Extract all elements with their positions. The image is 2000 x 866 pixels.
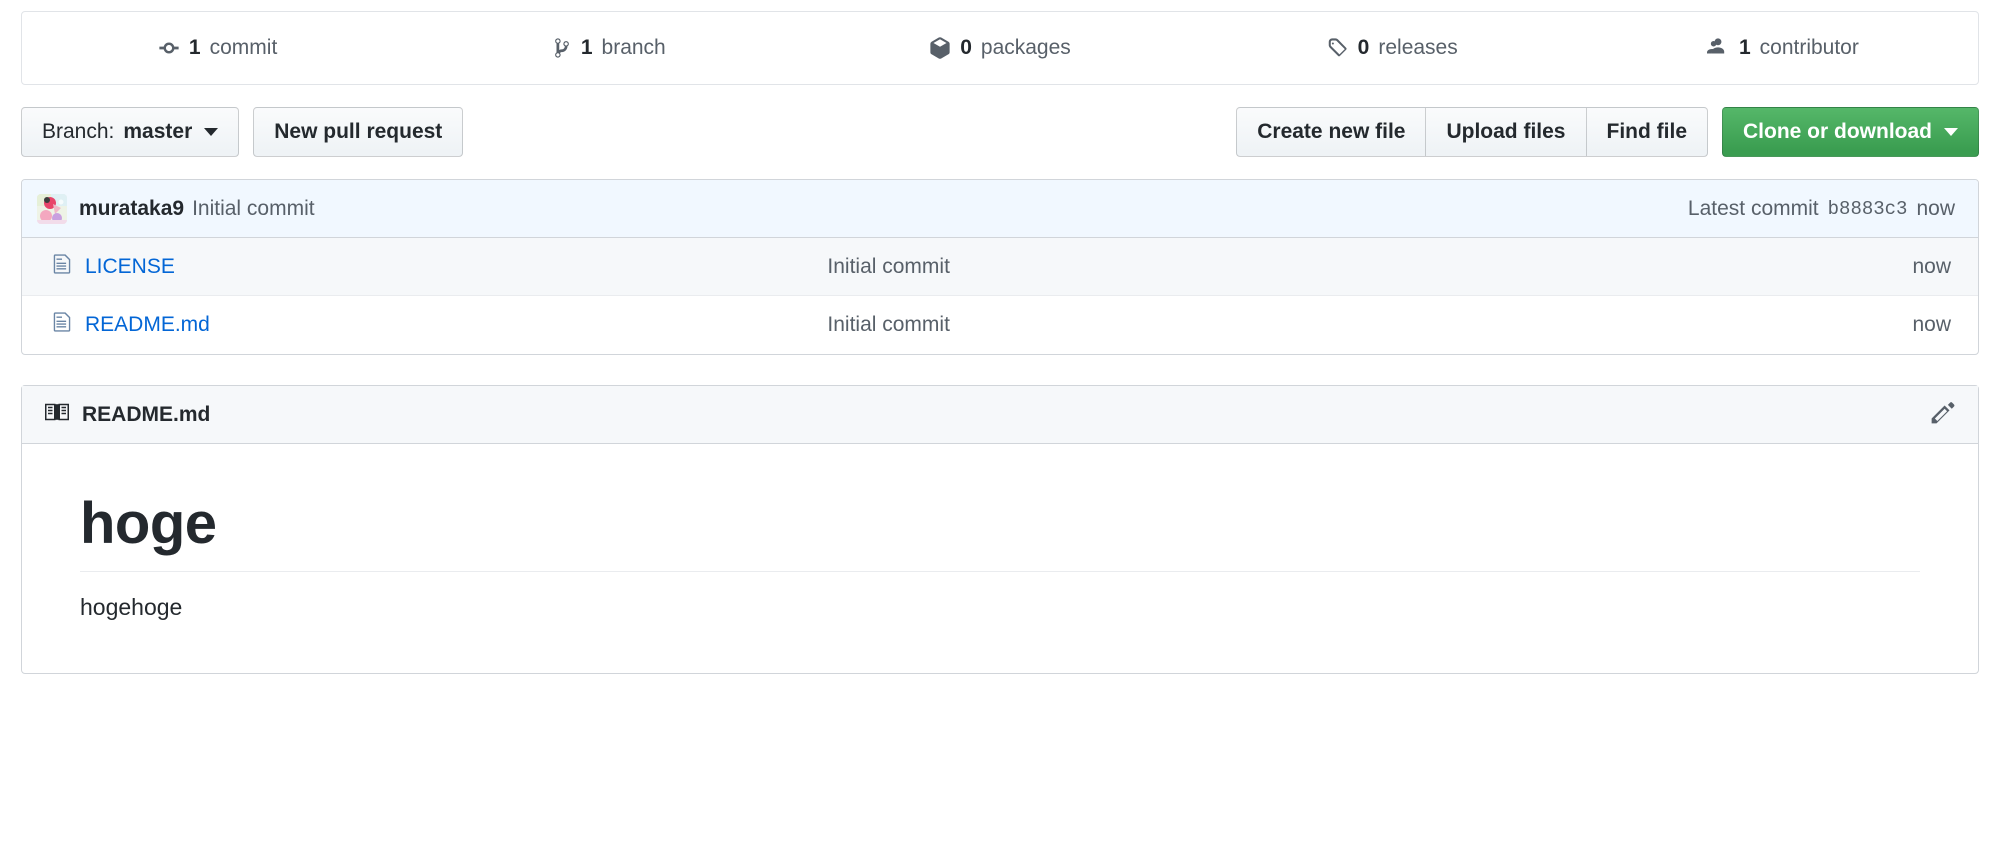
file-link[interactable]: LICENSE (85, 255, 175, 279)
stat-branches[interactable]: 1 branch (413, 12, 804, 84)
readme-content: hoge hogehoge (22, 444, 1978, 673)
readme-panel: README.md hoge hogehoge (21, 385, 1979, 674)
file-commit-message[interactable]: Initial commit (807, 255, 1793, 279)
stat-releases-label: releases (1378, 36, 1458, 59)
readme-title: README.md (82, 402, 211, 426)
readme-paragraph: hogehoge (80, 594, 183, 620)
file-name-cell: LICENSE (37, 253, 807, 281)
table-row[interactable]: LICENSE Initial commit now (22, 238, 1978, 296)
stat-commits[interactable]: 1 commit (22, 12, 413, 84)
chevron-down-icon (1944, 128, 1958, 136)
upload-files-button[interactable]: Upload files (1425, 107, 1587, 157)
pencil-icon (1930, 399, 1956, 431)
stat-commits-count: 1 (188, 36, 201, 59)
avatar[interactable] (37, 193, 67, 224)
commit-author-name[interactable]: murataka9 (79, 197, 184, 221)
latest-commit-info: Latest commit b8883c3 now (1688, 197, 1963, 221)
new-pull-request-button[interactable]: New pull request (253, 107, 464, 157)
stat-contributors-label: contributor (1759, 36, 1859, 59)
file-actions-button-group: Create new file Upload files Find file (1236, 107, 1708, 157)
book-icon (44, 400, 70, 430)
stat-releases[interactable]: 0 releases (1196, 12, 1587, 84)
repository-toolbar: Branch: master New pull request Create n… (21, 107, 1979, 157)
latest-commit-bar: murataka9 Initial commit Latest commit b… (22, 180, 1978, 238)
branch-prefix-label: Branch: (42, 120, 115, 143)
repository-page: 1 commit 1 branch 0 packages 0 releases … (0, 11, 2000, 866)
tag-icon (1325, 37, 1349, 59)
file-age: now (1912, 254, 1951, 278)
stat-packages-label: packages (980, 36, 1071, 59)
file-name-cell: README.md (37, 311, 807, 339)
chevron-down-icon (204, 128, 219, 136)
latest-commit-label: Latest commit (1687, 196, 1819, 220)
stat-commits-label: commit (209, 36, 278, 59)
git-branch-icon (552, 37, 572, 59)
package-icon (929, 37, 951, 59)
stat-packages[interactable]: 0 packages (804, 12, 1195, 84)
git-commit-icon (158, 37, 180, 59)
file-list-table: murataka9 Initial commit Latest commit b… (21, 179, 1979, 355)
create-new-file-button[interactable]: Create new file (1236, 107, 1427, 157)
clone-or-download-label: Clone or download (1743, 120, 1932, 143)
table-row[interactable]: README.md Initial commit now (22, 296, 1978, 354)
find-file-button[interactable]: Find file (1585, 107, 1708, 157)
commit-age: now (1916, 196, 1955, 220)
people-icon (1706, 37, 1730, 59)
edit-readme-button[interactable] (1930, 399, 1956, 431)
stat-contributors-count: 1 (1738, 36, 1751, 59)
file-icon (51, 311, 73, 339)
file-commit-message[interactable]: Initial commit (807, 313, 1793, 337)
stat-packages-count: 0 (960, 36, 972, 59)
stat-contributors[interactable]: 1 contributor (1587, 12, 1978, 84)
repository-stats-bar: 1 commit 1 branch 0 packages 0 releases … (21, 11, 1979, 85)
stat-releases-count: 0 (1357, 36, 1370, 59)
readme-header: README.md (22, 386, 1978, 444)
file-link[interactable]: README.md (85, 313, 210, 337)
stat-branches-count: 1 (580, 36, 593, 59)
file-icon (51, 253, 73, 281)
commit-message[interactable]: Initial commit (192, 197, 315, 221)
clone-or-download-button[interactable]: Clone or download (1722, 107, 1979, 157)
file-age: now (1912, 313, 1951, 336)
readme-heading: hoge (80, 490, 1920, 572)
toolbar-right-actions: Create new file Upload files Find file C… (1236, 107, 1979, 157)
commit-sha[interactable]: b8883c3 (1828, 198, 1908, 220)
branch-name-label: master (123, 120, 193, 143)
stat-branches-label: branch (601, 36, 666, 59)
branch-selector-button[interactable]: Branch: master (21, 107, 240, 157)
